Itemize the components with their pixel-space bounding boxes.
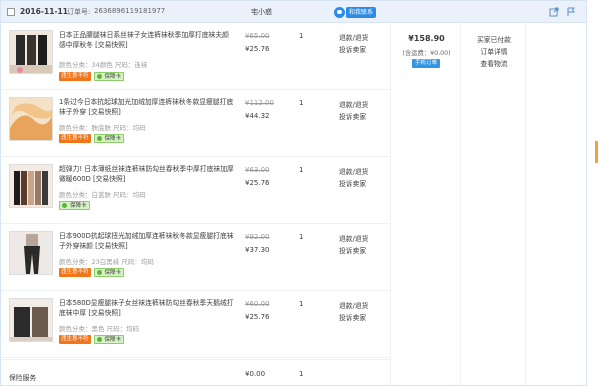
refund-link[interactable]: 退款/退货 xyxy=(339,300,368,312)
item-title[interactable]: 日本正品腰腿袜日系丝袜子女连裤袜秋季加厚打底袜夫颜感中厚秋冬 [交易快照] xyxy=(59,30,234,50)
item-title[interactable]: 日本900D抗起球扭光加绒加厚连裤袜秋冬款显瘦腿打底袜子外穿袜颜 [交易快照] xyxy=(59,231,234,251)
order-card: 2016-11-11 订单号: 2636896119181977 宅小惑 和我联… xyxy=(0,0,587,386)
order-header: 2016-11-11 订单号: 2636896119181977 宅小惑 和我联… xyxy=(1,1,586,23)
paid-price: ¥44.32 xyxy=(245,112,270,120)
view-logistics-link[interactable]: 查看物流 xyxy=(462,58,526,70)
status-actions: 买家已付款 订单详情 查看物流 xyxy=(462,34,526,70)
item-badges: 违生意不符 保障卡 xyxy=(59,134,125,143)
original-price: ¥92.00 xyxy=(245,233,270,241)
item-title[interactable]: 1条过今日本抗起球加光加绒加厚连裤袜秋冬款显瘦腿打底袜子外穿 [交易快照] xyxy=(59,97,234,117)
paid-price: ¥25.76 xyxy=(245,179,270,187)
original-price: ¥65.00 xyxy=(245,32,270,40)
refund-link[interactable]: 退款/退货 xyxy=(339,166,368,178)
complain-link[interactable]: 投诉卖家 xyxy=(339,245,368,257)
item-title[interactable]: 日本580D显瘦腿袜子女丝袜连裤袜防勾丝春秋季天鹅绒打底袜中厚 [交易快照] xyxy=(59,298,234,318)
item-row: 日本900D抗起球扭光加绒加厚连裤袜秋冬款显瘦腿打底袜子外穿袜颜 [交易快照] … xyxy=(1,224,390,291)
guarantee-badge[interactable]: 保障卡 xyxy=(93,134,125,143)
paid-price: ¥37.30 xyxy=(245,246,270,254)
original-price: ¥63.00 xyxy=(245,166,270,174)
complain-link[interactable]: 投诉卖家 xyxy=(339,111,368,123)
seller-name[interactable]: 宅小惑 xyxy=(251,7,272,17)
scrollbar-thumb[interactable] xyxy=(595,141,598,163)
contact-seller-label: 和我联系 xyxy=(346,6,377,18)
item-attributes: 颜色分类：黑色 尺码：均码 xyxy=(59,325,140,333)
item-row: 日本580D显瘦腿袜子女丝袜连裤袜防勾丝春秋季天鹅绒打底袜中厚 [交易快照] 颜… xyxy=(1,291,390,358)
item-quantity: 1 xyxy=(299,300,304,308)
item-badges: 保障卡 xyxy=(59,201,90,210)
insurance-price: ¥0.00 xyxy=(245,370,266,378)
paid-price: ¥25.76 xyxy=(245,313,270,321)
guarantee-badge[interactable]: 保障卡 xyxy=(93,335,125,344)
item-quantity: 1 xyxy=(299,166,304,174)
insurance-label: 保险服务 xyxy=(9,374,37,382)
item-actions: 退款/退货 投诉卖家 xyxy=(339,32,368,56)
service-badge[interactable]: 违生意不符 xyxy=(59,268,91,277)
item-badges: 违生意不符 保障卡 xyxy=(59,335,125,344)
order-status: 买家已付款 xyxy=(477,36,511,44)
mobile-order-tag: 手机订单 xyxy=(412,59,440,68)
item-attributes: 颜色分类：34颜色 尺码：连袜 xyxy=(59,61,148,69)
original-price: ¥112.00 xyxy=(245,99,274,107)
paid-price: ¥25.76 xyxy=(245,45,270,53)
item-attributes: 颜色分类：23白黑袜 尺码：均码 xyxy=(59,258,154,266)
scrollbar[interactable] xyxy=(590,0,600,386)
item-row: 日本正品腰腿袜日系丝袜子女连裤袜秋季加厚打底袜夫颜感中厚秋冬 [交易快照] 颜色… xyxy=(1,23,390,90)
insurance-row: 保险服务 ¥0.00 1 xyxy=(1,359,390,386)
flag-icon[interactable] xyxy=(566,7,576,17)
contact-seller-button[interactable]: 和我联系 xyxy=(334,6,377,18)
item-actions: 退款/退货 投诉卖家 xyxy=(339,166,368,190)
order-status-column: 买家已付款 订单详情 查看物流 xyxy=(462,23,526,386)
item-actions: 退款/退货 投诉卖家 xyxy=(339,99,368,123)
item-row: 1条过今日本抗起球加光加绒加厚连裤袜秋冬款显瘦腿打底袜子外穿 [交易快照] 颜色… xyxy=(1,90,390,157)
freight-note: (含运费：¥0.00) xyxy=(402,50,451,57)
item-quantity: 1 xyxy=(299,99,304,107)
order-total-column: ¥158.90 (含运费：¥0.00) 手机订单 xyxy=(390,23,461,386)
insurance-quantity: 1 xyxy=(299,370,304,378)
refund-link[interactable]: 退款/退货 xyxy=(339,32,368,44)
item-row: 超弹力! 日本薄纸丝袜连裤袜防勾丝春秋季中厚打底袜加厚微暖600D [交易快照]… xyxy=(1,157,390,224)
item-attributes: 颜色分类：白蓝肤 尺码：均码 xyxy=(59,191,146,199)
guarantee-badge[interactable]: 保障卡 xyxy=(93,268,125,277)
order-number: 2636896119181977 xyxy=(94,7,166,15)
order-checkbox[interactable] xyxy=(7,8,15,16)
complain-link[interactable]: 投诉卖家 xyxy=(339,44,368,56)
item-list: 日本正品腰腿袜日系丝袜子女连裤袜秋季加厚打底袜夫颜感中厚秋冬 [交易快照] 颜色… xyxy=(1,23,390,358)
service-badge[interactable]: 违生意不符 xyxy=(59,72,91,81)
item-actions: 退款/退货 投诉卖家 xyxy=(339,233,368,257)
order-date: 2016-11-11 xyxy=(20,7,68,16)
chat-icon xyxy=(334,6,345,18)
item-attributes: 颜色分类：肤底肤 尺码：均码 xyxy=(59,124,146,132)
item-thumbnail[interactable] xyxy=(9,298,53,342)
item-thumbnail[interactable] xyxy=(9,164,53,208)
item-title[interactable]: 超弹力! 日本薄纸丝袜连裤袜防勾丝春秋季中厚打底袜加厚微暖600D [交易快照] xyxy=(59,164,234,184)
service-badge[interactable]: 违生意不符 xyxy=(59,134,91,143)
item-quantity: 1 xyxy=(299,32,304,40)
share-icon[interactable] xyxy=(549,7,559,17)
item-badges: 违生意不符 保障卡 xyxy=(59,72,125,81)
item-badges: 违生意不符 保障卡 xyxy=(59,268,125,277)
order-details-link[interactable]: 订单详情 xyxy=(462,46,526,58)
refund-link[interactable]: 退款/退货 xyxy=(339,233,368,245)
guarantee-badge[interactable]: 保障卡 xyxy=(93,72,125,81)
item-thumbnail[interactable] xyxy=(9,231,53,275)
item-thumbnail[interactable] xyxy=(9,97,53,141)
item-actions: 退款/退货 投诉卖家 xyxy=(339,300,368,324)
item-thumbnail[interactable] xyxy=(9,30,53,74)
complain-link[interactable]: 投诉卖家 xyxy=(339,178,368,190)
item-quantity: 1 xyxy=(299,233,304,241)
complain-link[interactable]: 投诉卖家 xyxy=(339,312,368,324)
guarantee-badge[interactable]: 保障卡 xyxy=(59,201,90,210)
order-total: ¥158.90 xyxy=(408,34,445,43)
refund-link[interactable]: 退款/退货 xyxy=(339,99,368,111)
original-price: ¥60.00 xyxy=(245,300,270,308)
service-badge[interactable]: 违生意不符 xyxy=(59,335,91,344)
order-number-label: 订单号: xyxy=(67,8,91,16)
